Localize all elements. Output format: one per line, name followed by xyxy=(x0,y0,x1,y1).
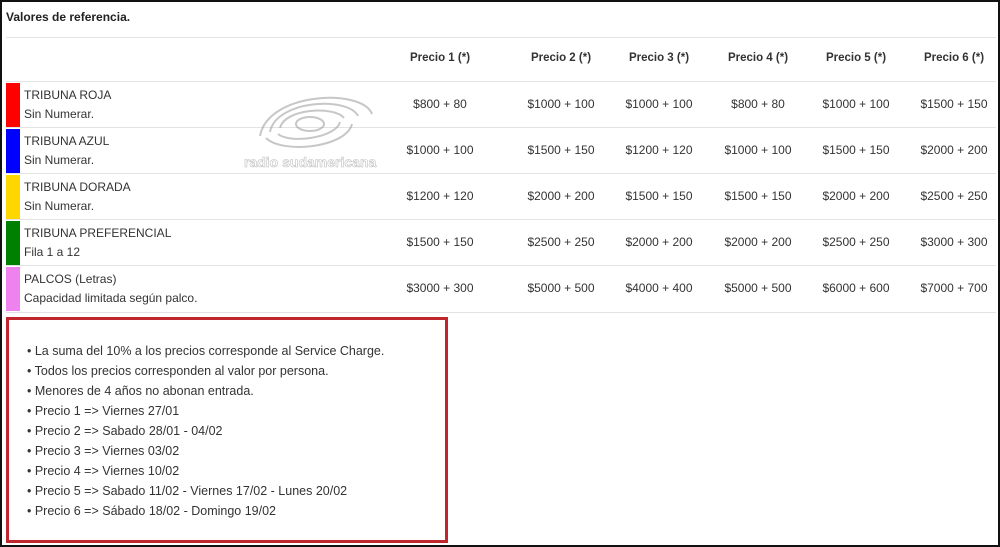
radio-waves-icon xyxy=(259,96,373,148)
watermark-text: radio sudamericana xyxy=(244,154,377,171)
price-cell: $1200 + 120 xyxy=(406,189,474,203)
table-row: TRIBUNA AZUL Sin Numerar. $1000 + 100 $1500… xyxy=(6,127,996,174)
note-item: • La suma del 10% a los precios correspo… xyxy=(27,344,385,358)
price-cell: $2500 + 250 xyxy=(527,235,595,249)
price-cell: $5000 + 500 xyxy=(527,281,595,295)
price-cell: $3000 + 300 xyxy=(920,235,988,249)
price-cell: $1000 + 100 xyxy=(625,97,693,111)
row-title: PALCOS (Letras) xyxy=(24,272,117,286)
row-subtitle: Fila 1 a 12 xyxy=(24,245,81,259)
column-header-precio-3: Precio 3 (*) xyxy=(628,52,690,64)
row-subtitle: Capacidad limitada según palco. xyxy=(24,291,198,305)
row-subtitle: Sin Numerar. xyxy=(24,153,95,167)
price-cell: $2000 + 200 xyxy=(822,189,890,203)
price-cell: $2000 + 200 xyxy=(625,235,693,249)
table-row: TRIBUNA PREFERENCIAL Fila 1 a 12 $1500 + 1… xyxy=(6,219,996,266)
header-divider xyxy=(6,37,996,38)
price-cell: $1000 + 100 xyxy=(822,97,890,111)
note-item: • Precio 5 => Sabado 11/02 - Viernes 17/… xyxy=(27,484,348,498)
price-cell: $4000 + 400 xyxy=(625,281,693,295)
column-header-precio-5: Precio 5 (*) xyxy=(825,52,887,64)
note-item: • Precio 3 => Viernes 03/02 xyxy=(27,444,180,458)
row-title: TRIBUNA AZUL xyxy=(24,134,110,148)
price-cell: $2000 + 200 xyxy=(920,143,988,157)
note-item: • Precio 2 => Sabado 28/01 - 04/02 xyxy=(27,424,223,438)
price-cell: $800 + 80 xyxy=(413,97,467,111)
price-cell: $2000 + 200 xyxy=(724,235,792,249)
row-color-swatch xyxy=(6,267,20,311)
price-cell: $2500 + 250 xyxy=(920,189,988,203)
row-color-swatch xyxy=(6,175,20,219)
row-color-swatch xyxy=(6,221,20,265)
price-cell: $5000 + 500 xyxy=(724,281,792,295)
price-cell: $1500 + 150 xyxy=(724,189,792,203)
note-item: • Precio 6 => Sábado 18/02 - Domingo 19/… xyxy=(27,504,276,518)
note-item: • Menores de 4 años no abonan entrada. xyxy=(27,384,254,398)
watermark-logo: radio sudamericana xyxy=(240,88,380,174)
row-subtitle: Sin Numerar. xyxy=(24,107,95,121)
price-cell: $6000 + 600 xyxy=(822,281,890,295)
column-header-precio-1: Precio 1 (*) xyxy=(409,52,471,64)
row-subtitle: Sin Numerar. xyxy=(24,199,95,213)
price-cell: $1000 + 100 xyxy=(724,143,792,157)
price-cell: $1200 + 120 xyxy=(625,143,693,157)
table-row: PALCOS (Letras) Capacidad limitada según … xyxy=(6,265,996,313)
price-cell: $1500 + 150 xyxy=(920,97,988,111)
row-title: TRIBUNA PREFERENCIAL xyxy=(24,226,172,240)
column-header-precio-2: Precio 2 (*) xyxy=(530,52,592,64)
notes-box: • La suma del 10% a los precios correspo… xyxy=(6,317,448,543)
price-cell: $1000 + 100 xyxy=(527,97,595,111)
column-header-precio-6: Precio 6 (*) xyxy=(923,52,985,64)
row-title: TRIBUNA ROJA xyxy=(24,88,112,102)
price-cell: $1500 + 150 xyxy=(406,235,474,249)
price-cell: $2000 + 200 xyxy=(527,189,595,203)
note-item: • Precio 4 => Viernes 10/02 xyxy=(27,464,180,478)
table-row: TRIBUNA ROJA Sin Numerar. $800 + 80 $1000 +… xyxy=(6,81,996,128)
row-color-swatch xyxy=(6,83,20,127)
column-header-precio-4: Precio 4 (*) xyxy=(727,52,789,64)
price-cell: $2500 + 250 xyxy=(822,235,890,249)
price-cell: $1500 + 150 xyxy=(527,143,595,157)
price-cell: $1500 + 150 xyxy=(822,143,890,157)
row-color-swatch xyxy=(6,129,20,173)
table-row: TRIBUNA DORADA Sin Numerar. $1200 + 120 $20… xyxy=(6,173,996,220)
note-item: • Todos los precios corresponden al valo… xyxy=(27,364,329,378)
price-cell: $800 + 80 xyxy=(731,97,785,111)
price-cell: $1000 + 100 xyxy=(406,143,474,157)
row-title: TRIBUNA DORADA xyxy=(24,180,131,194)
price-cell: $7000 + 700 xyxy=(920,281,988,295)
price-cell: $1500 + 150 xyxy=(625,189,693,203)
note-item: • Precio 1 => Viernes 27/01 xyxy=(27,404,180,418)
price-reference-panel: Valores de referencia. Precio 1 (*) Preci… xyxy=(0,0,1000,547)
price-cell: $3000 + 300 xyxy=(406,281,474,295)
page-title: Valores de referencia. xyxy=(6,10,131,24)
